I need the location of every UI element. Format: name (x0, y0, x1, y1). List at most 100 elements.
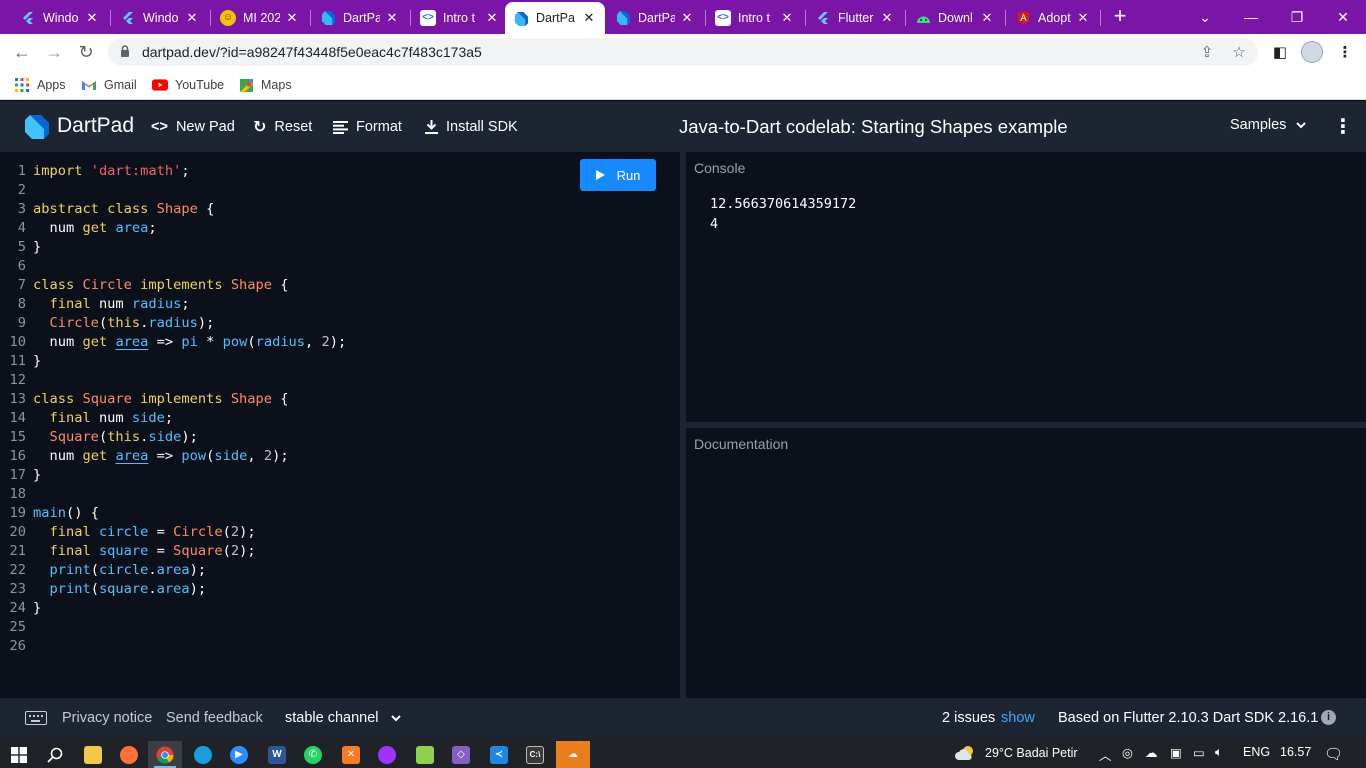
profile-avatar[interactable] (1301, 41, 1323, 63)
windows-start-icon[interactable] (2, 741, 36, 768)
apps-grid-icon (14, 77, 30, 93)
bookmark-apps[interactable]: Apps (14, 76, 66, 94)
privacy-notice-link[interactable]: Privacy notice (62, 710, 152, 726)
code-line: 16 num get area => pow(side, 2); (9, 448, 289, 464)
new-pad-button[interactable]: <> New Pad (151, 116, 235, 138)
vscode-icon[interactable]: ≺ (482, 741, 516, 768)
tab-label: DartPa (536, 11, 575, 25)
close-icon[interactable]: ✕ (679, 10, 695, 26)
xampp-icon[interactable]: ✕ (334, 741, 368, 768)
tab-divider (410, 10, 411, 26)
bookmark-maps[interactable]: Maps (238, 76, 292, 94)
browser-tab[interactable]: Windo ✕ (112, 4, 208, 31)
battery-icon[interactable]: ▭ (1193, 745, 1205, 760)
notepad-icon[interactable] (408, 741, 442, 768)
onedrive-icon[interactable]: ☁ (556, 741, 590, 768)
volume-icon[interactable]: 🔈︎ (1215, 745, 1223, 760)
browser-tab[interactable]: <> Intro t ✕ (412, 4, 508, 31)
close-icon[interactable]: ✕ (979, 10, 995, 26)
browser-tab-active[interactable]: DartPa ✕ (505, 2, 605, 34)
code-line: 4 num get area; (17, 220, 157, 236)
run-button[interactable]: Run (580, 159, 656, 191)
network-icon[interactable]: ▣ (1170, 745, 1182, 760)
issues-count: 2 issues (942, 710, 996, 726)
reset-button[interactable]: ↻ Reset (253, 116, 312, 138)
console-title: Console (694, 160, 746, 176)
weather-widget[interactable]: 29°C Badai Petir (955, 745, 1078, 761)
visual-studio-icon[interactable]: ◇ (444, 741, 478, 768)
chevron-up-icon[interactable]: ︿ (1099, 745, 1112, 764)
messenger-icon[interactable] (370, 741, 404, 768)
chrome-menu-icon[interactable]: ⋮ (1335, 42, 1355, 62)
send-feedback-link[interactable]: Send feedback (166, 710, 263, 726)
restore-icon[interactable]: ❐ (1274, 0, 1320, 34)
install-sdk-button[interactable]: Install SDK (425, 116, 518, 138)
command-prompt-icon[interactable]: C:\ (518, 741, 552, 768)
language-indicator[interactable]: ENG (1243, 745, 1270, 759)
bookmark-youtube[interactable]: YouTube (152, 76, 224, 94)
code-lines[interactable]: 1 import 'dart:math'; 2 3 abstract class S… (0, 162, 680, 656)
dartpad-brand: DartPad (57, 114, 135, 137)
play-icon (595, 170, 605, 180)
browser-tab[interactable]: DartPa ✕ (312, 4, 408, 31)
word-icon[interactable]: W (260, 741, 294, 768)
tab-search-icon[interactable]: ⌄ (1182, 0, 1228, 34)
reload-icon[interactable]: ↻ (74, 40, 98, 64)
chrome-taskbar-icon[interactable] (148, 741, 182, 768)
whatsapp-icon[interactable]: ✆ (296, 741, 330, 768)
angular-icon (1015, 10, 1031, 26)
dartpad-footer: Privacy notice Send feedback stable chan… (0, 698, 1366, 738)
browser-tab[interactable]: Downl ✕ (907, 4, 1003, 31)
close-icon[interactable]: ✕ (484, 10, 500, 26)
browser-tab[interactable]: ☺ MI 202 ✕ (212, 4, 308, 31)
close-icon[interactable]: ✕ (384, 10, 400, 26)
browser-tab[interactable]: <> Intro t ✕ (707, 4, 803, 31)
browser-tab[interactable]: DartPa ✕ (607, 4, 703, 31)
side-panel-icon[interactable]: ◧ (1270, 42, 1290, 62)
close-icon[interactable]: ✕ (284, 10, 300, 26)
notification-icon[interactable]: 🗨︎ (1324, 745, 1343, 763)
minimize-icon[interactable]: — (1228, 0, 1274, 34)
dartpad-header: DartPad <> New Pad ↻ Reset Format Instal… (0, 101, 1366, 152)
new-tab-button[interactable]: + (1108, 5, 1132, 29)
format-button[interactable]: Format (333, 116, 402, 138)
close-icon[interactable]: ✕ (84, 10, 100, 26)
tab-divider (310, 10, 311, 26)
bookmark-star-icon[interactable]: ☆ (1229, 42, 1249, 62)
bookmark-label: Gmail (104, 78, 137, 92)
samples-dropdown[interactable]: Samples (1230, 117, 1307, 133)
file-explorer-icon[interactable] (76, 741, 110, 768)
tab-divider (805, 10, 806, 26)
bookmark-label: Maps (261, 78, 292, 92)
browser-tab[interactable]: Flutter ✕ (807, 4, 903, 31)
share-icon[interactable]: ⇪ (1197, 42, 1217, 62)
edge-icon[interactable] (186, 741, 220, 768)
samples-label: Samples (1230, 117, 1287, 133)
firefox-icon[interactable] (112, 741, 146, 768)
back-arrow-icon[interactable]: ← (10, 40, 34, 64)
search-icon[interactable] (38, 741, 72, 768)
keyboard-icon[interactable] (25, 711, 47, 725)
meet-icon[interactable]: ◎ (1122, 745, 1133, 760)
close-icon[interactable]: ✕ (184, 10, 200, 26)
close-icon[interactable]: ✕ (1075, 10, 1091, 26)
browser-tab[interactable]: Windo ✕ (12, 4, 108, 31)
clock[interactable]: 16.57 (1280, 745, 1311, 759)
tab-label: MI 202 (243, 10, 280, 25)
close-window-icon[interactable]: ✕ (1320, 0, 1366, 34)
close-icon[interactable]: ✕ (779, 10, 795, 26)
browser-tab[interactable]: Adopt ✕ (1007, 4, 1099, 31)
more-options-icon[interactable]: ⋮ (1333, 115, 1353, 139)
flutter-icon (20, 10, 36, 26)
cloud-icon[interactable]: ☁ (1145, 745, 1158, 760)
show-issues-link[interactable]: show (1001, 710, 1035, 726)
channel-dropdown[interactable]: stable channel (285, 710, 401, 726)
code-editor[interactable]: 1 import 'dart:math'; 2 3 abstract class S… (0, 152, 680, 698)
zoom-icon[interactable]: ▶ (222, 741, 256, 768)
close-icon[interactable]: ✕ (581, 10, 597, 26)
close-icon[interactable]: ✕ (879, 10, 895, 26)
bookmark-gmail[interactable]: Gmail (81, 76, 137, 94)
info-icon[interactable]: i (1321, 710, 1336, 725)
forward-arrow-icon[interactable]: → (42, 40, 66, 64)
address-bar[interactable]: dartpad.dev/?id=a98247f43448f5e0eac4c7f4… (108, 38, 1258, 66)
